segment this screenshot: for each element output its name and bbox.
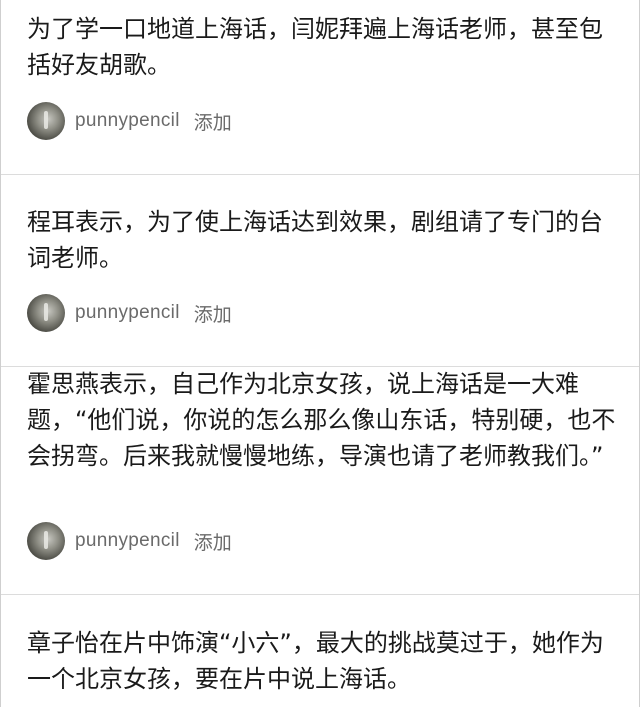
caption-text: 霍思燕表示，自己作为北京女孩，说上海话是一大难题，“他们说，你说的怎么那么像山东…: [27, 370, 616, 470]
post-meta[interactable]: punnypencil 添加: [27, 102, 232, 140]
add-button[interactable]: 添加: [194, 528, 232, 555]
caption-text: 程耳表示，为了使上海话达到效果，剧组请了专门的台词老师。: [27, 208, 603, 272]
post-meta[interactable]: punnypencil 添加: [27, 522, 232, 560]
caption-text: 章子怡在片中饰演“小六”，最大的挑战莫过于，她作为一个北京女孩，要在片中说上海话…: [27, 629, 604, 693]
caption-text: 为了学一口地道上海话，闫妮拜遍上海话老师，甚至包括好友胡歌。: [27, 15, 603, 79]
post-meta[interactable]: punnypencil 添加: [27, 294, 232, 332]
username[interactable]: punnypencil: [75, 302, 180, 324]
username[interactable]: punnypencil: [75, 110, 180, 132]
add-button[interactable]: 添加: [194, 300, 232, 327]
avatar[interactable]: [27, 102, 65, 140]
divider: [1, 594, 639, 595]
username[interactable]: punnypencil: [75, 530, 180, 552]
add-button[interactable]: 添加: [194, 108, 232, 135]
divider: [1, 174, 639, 175]
avatar[interactable]: [27, 522, 65, 560]
avatar[interactable]: [27, 294, 65, 332]
